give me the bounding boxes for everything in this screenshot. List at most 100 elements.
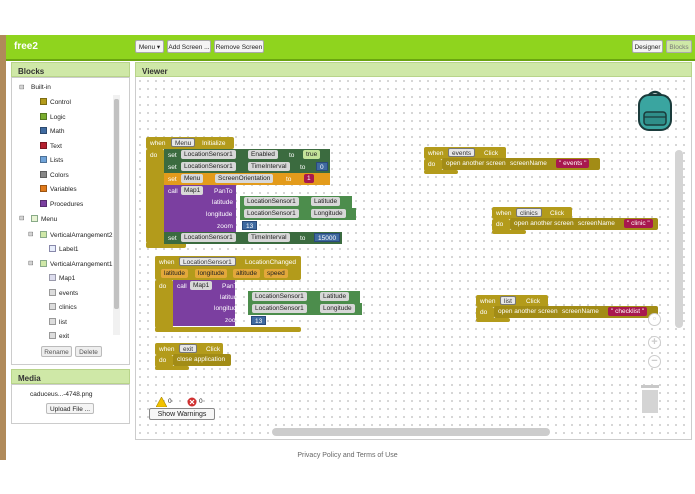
tree-map1[interactable]: Map1 — [49, 274, 75, 282]
panto-label: PanTo — [222, 283, 241, 290]
set-keyword: set — [168, 152, 177, 159]
trash-icon[interactable] — [638, 383, 662, 415]
component-dropdown[interactable]: LocationSensor1 — [181, 150, 236, 159]
component-dropdown[interactable]: LocationSensor1 — [252, 304, 307, 313]
tree-scrollbar[interactable] — [113, 95, 120, 335]
component-dropdown[interactable]: Map1 — [190, 281, 213, 290]
true-dropdown[interactable]: true — [303, 150, 321, 159]
collapse-icon[interactable]: ⊟ — [19, 83, 24, 91]
param-longitude[interactable]: longitude — [195, 269, 228, 278]
remove-screen-button[interactable]: Remove Screen — [214, 40, 264, 53]
component-dropdown[interactable]: LocationSensor1 — [244, 197, 299, 206]
event-label: Click — [526, 298, 541, 305]
tree-verticalarrangement2[interactable]: VerticalArrangement2 — [40, 231, 113, 239]
component-dropdown[interactable]: LocationSensor1 — [181, 162, 236, 171]
zoom-in-icon[interactable]: + — [648, 336, 661, 349]
when-keyword: when — [150, 140, 166, 147]
delete-button[interactable]: Delete — [75, 346, 102, 357]
number-block[interactable]: 15000 — [314, 233, 341, 242]
component-dropdown[interactable]: Map1 — [181, 186, 204, 195]
tree-events[interactable]: events — [49, 289, 78, 297]
property-dropdown[interactable]: Latitude — [311, 197, 341, 206]
tree-list[interactable]: list — [49, 318, 67, 326]
upload-file-button[interactable]: Upload File ... — [46, 403, 94, 414]
category-text[interactable]: Text — [40, 142, 62, 150]
tree-screen-menu[interactable]: Menu — [31, 215, 57, 223]
component-dropdown[interactable]: LocationSensor1 — [181, 233, 236, 242]
param-speed[interactable]: speed — [264, 269, 288, 278]
component-dropdown[interactable]: LocationSensor1 — [179, 257, 236, 266]
when-keyword: when — [159, 259, 175, 266]
zoom-out-icon[interactable]: − — [648, 355, 661, 368]
backpack-icon[interactable] — [632, 88, 678, 134]
category-colors[interactable]: Colors — [40, 171, 69, 179]
when-keyword: when — [496, 210, 512, 217]
media-file[interactable]: caduceus...-4748.png — [30, 391, 93, 398]
text-block[interactable]: " clinic " — [624, 219, 653, 228]
latitude-arg: latitude — [220, 294, 241, 301]
tree-label1[interactable]: Label1 — [49, 245, 79, 253]
component-dropdown[interactable]: exit — [179, 344, 198, 353]
component-dropdown[interactable]: Menu — [181, 174, 204, 183]
component-dropdown[interactable]: list — [500, 296, 516, 305]
screen-select[interactable]: Menu ▾ — [135, 40, 164, 53]
category-lists[interactable]: Lists — [40, 156, 63, 164]
math-swatch-icon — [40, 127, 47, 134]
tree-verticalarrangement1[interactable]: VerticalArrangement1 — [40, 260, 113, 268]
text-block[interactable]: " checklist " — [608, 307, 648, 316]
privacy-link[interactable]: Privacy Policy and Terms of Use — [0, 452, 695, 459]
menu-dropdown[interactable]: Menu — [171, 138, 196, 147]
do-keyword: do — [496, 221, 504, 228]
top-bar: free2 Menu ▾ Add Screen ... Remove Scree… — [6, 35, 695, 61]
property-dropdown[interactable]: ScreenOrientation — [215, 174, 274, 183]
collapse-icon[interactable]: ⊟ — [28, 230, 33, 238]
workspace-horizontal-scrollbar[interactable] — [272, 428, 550, 436]
tree-exit[interactable]: exit — [49, 332, 69, 340]
category-control[interactable]: Control — [40, 98, 71, 106]
variables-swatch-icon — [40, 185, 47, 192]
show-warnings-button[interactable]: Show Warnings — [149, 408, 215, 420]
do-keyword: do — [150, 152, 158, 159]
category-variables[interactable]: Variables — [40, 185, 77, 193]
workspace-vertical-scrollbar[interactable] — [675, 150, 683, 328]
arrangement-icon — [40, 260, 47, 267]
param-altitude[interactable]: altitude — [233, 269, 260, 278]
collapse-icon[interactable]: ⊟ — [28, 259, 33, 267]
component-dropdown[interactable]: events — [448, 148, 476, 157]
set-keyword: set — [168, 176, 177, 183]
param-latitude[interactable]: latitude — [161, 269, 188, 278]
collapse-icon[interactable]: ⊟ — [19, 214, 24, 222]
component-dropdown[interactable]: LocationSensor1 — [244, 209, 299, 218]
blocks-button[interactable]: Blocks — [666, 40, 692, 53]
number-block[interactable]: 13 — [242, 221, 258, 230]
block-footer — [155, 366, 189, 370]
property-dropdown[interactable]: Longitude — [311, 209, 346, 218]
property-dropdown[interactable]: Enabled — [248, 150, 278, 159]
text-block[interactable]: 1 — [304, 174, 314, 183]
builtin-label[interactable]: Built-in — [31, 84, 51, 91]
component-dropdown[interactable]: clinics — [516, 208, 542, 217]
media-title: Media — [11, 369, 130, 384]
property-dropdown[interactable]: TimeInterval — [248, 233, 290, 242]
warning-icon — [156, 397, 167, 407]
rename-button[interactable]: Rename — [41, 346, 72, 357]
tree-clinics[interactable]: clinics — [49, 303, 77, 311]
property-dropdown[interactable]: Latitude — [320, 292, 350, 301]
block-footer — [476, 318, 510, 322]
number-block[interactable]: 0 — [316, 162, 328, 171]
initialize-label: Initialize — [202, 140, 226, 147]
component-dropdown[interactable]: LocationSensor1 — [252, 292, 307, 301]
designer-button[interactable]: Designer — [632, 40, 663, 53]
to-keyword: to — [300, 164, 306, 171]
property-dropdown[interactable]: Longitude — [320, 304, 355, 313]
number-block[interactable]: 13 — [251, 316, 267, 325]
do-keyword: do — [159, 283, 167, 290]
add-screen-button[interactable]: Add Screen ... — [167, 40, 211, 53]
property-dropdown[interactable]: TimeInterval — [248, 162, 290, 171]
category-math[interactable]: Math — [40, 127, 64, 135]
zoom-reset-icon[interactable]: ◦ — [648, 313, 661, 326]
category-procedures[interactable]: Procedures — [40, 200, 83, 208]
category-logic[interactable]: Logic — [40, 113, 66, 121]
text-block[interactable]: " events " — [556, 159, 590, 168]
block-footer — [424, 170, 458, 174]
